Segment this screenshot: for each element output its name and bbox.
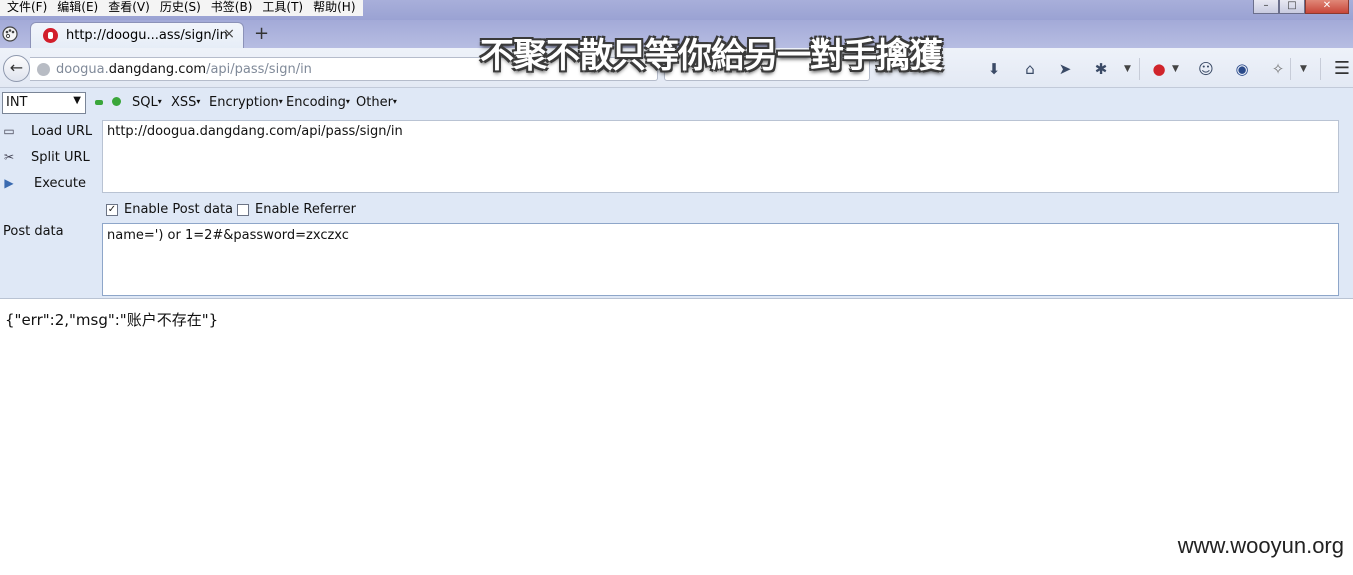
menu-xss[interactable]: XSS▾ xyxy=(171,95,200,110)
record-icon[interactable]: ● xyxy=(1150,60,1168,78)
site-favicon-icon xyxy=(43,28,58,43)
maximize-button[interactable]: □ xyxy=(1279,0,1305,14)
download-icon[interactable]: ⬇ xyxy=(985,60,1003,78)
toolbar-separator xyxy=(1139,58,1140,80)
menu-sql[interactable]: SQL▾ xyxy=(132,95,162,110)
menu-tools[interactable]: 工具(T) xyxy=(257,0,308,16)
hackbar-panel: INT ▼ SQL▾ XSS▾ Encryption▾ Encoding▾ Ot… xyxy=(0,88,1353,299)
split-url-button[interactable]: ✂ Split URL xyxy=(0,147,98,169)
back-button[interactable]: ← xyxy=(3,55,30,82)
play-icon: ▶ xyxy=(4,176,14,190)
overlay-caption: 不聚不散只等你給另一對手擒獲 xyxy=(480,36,943,76)
alien-icon[interactable]: ◉ xyxy=(1233,60,1251,78)
home-icon[interactable]: ⌂ xyxy=(1021,60,1039,78)
close-window-button[interactable]: ✕ xyxy=(1305,0,1349,14)
chevron-down-icon[interactable]: ▼ xyxy=(1300,60,1307,78)
menu-bookmarks[interactable]: 书签(B) xyxy=(206,0,258,16)
menu-bar: 文件(F) 编辑(E) 查看(V) 历史(S) 书签(B) 工具(T) 帮助(H… xyxy=(0,0,363,16)
enable-post-checkbox[interactable]: ✓ Enable Post data xyxy=(106,202,233,217)
globe-icon xyxy=(37,63,50,76)
watermark: www.wooyun.org xyxy=(1177,533,1344,558)
enable-referrer-checkbox[interactable]: Enable Referrer xyxy=(237,202,356,217)
post-data-label: Post data xyxy=(3,224,64,239)
bug-icon[interactable]: ✱ xyxy=(1092,60,1110,78)
menu-help[interactable]: 帮助(H) xyxy=(308,0,360,16)
scissors-icon: ✂ xyxy=(3,150,15,164)
url-text: doogua.dangdang.com/api/pass/sign/in xyxy=(56,62,312,77)
chevron-down-icon: ▼ xyxy=(73,95,81,106)
response-body: {"err":2,"msg":"账户不存在"} xyxy=(5,311,219,329)
title-bar: 文件(F) 编辑(E) 查看(V) 历史(S) 书签(B) 工具(T) 帮助(H… xyxy=(0,0,1353,20)
menu-history[interactable]: 历史(S) xyxy=(155,0,206,16)
url-textarea[interactable]: http://doogua.dangdang.com/api/pass/sign… xyxy=(102,120,1339,193)
menu-encoding[interactable]: Encoding▾ xyxy=(286,95,350,110)
tab-active[interactable]: http://doogu...ass/sign/in × xyxy=(30,22,244,48)
menu-encryption[interactable]: Encryption▾ xyxy=(209,95,283,110)
load-url-button[interactable]: ▭ Load URL xyxy=(0,121,98,143)
checkbox-checked[interactable]: ✓ xyxy=(106,203,118,216)
execute-button[interactable]: ▶ Execute xyxy=(0,173,98,195)
chevron-down-icon[interactable]: ▼ xyxy=(1172,60,1179,78)
new-tab-button[interactable]: + xyxy=(254,22,269,46)
addon-icon[interactable]: ✧ xyxy=(1269,60,1287,78)
post-data-textarea[interactable]: name=') or 1=2#&password=zxczxc xyxy=(102,223,1339,296)
window-controls: – □ ✕ xyxy=(1253,0,1349,14)
load-url-icon: ▭ xyxy=(3,124,15,138)
type-select[interactable]: INT ▼ xyxy=(2,92,86,114)
toolbar-separator xyxy=(1290,58,1291,80)
increase-icon[interactable] xyxy=(112,97,121,106)
menu-view[interactable]: 查看(V) xyxy=(103,0,155,16)
tab-close-icon[interactable]: × xyxy=(223,26,235,42)
toolbar-separator xyxy=(1320,58,1321,80)
chevron-down-icon[interactable]: ▼ xyxy=(1124,60,1131,78)
checkbox-unchecked[interactable] xyxy=(237,203,249,216)
minimize-button[interactable]: – xyxy=(1253,0,1279,14)
menu-other[interactable]: Other▾ xyxy=(356,95,397,110)
menu-file[interactable]: 文件(F) xyxy=(2,0,52,16)
tab-title: http://doogu...ass/sign/in xyxy=(66,28,228,43)
menu-icon[interactable]: ☰ xyxy=(1333,60,1351,78)
menu-edit[interactable]: 编辑(E) xyxy=(52,0,103,16)
decrease-icon[interactable] xyxy=(95,100,103,105)
chat-icon[interactable]: ☺ xyxy=(1197,60,1215,78)
type-select-value: INT xyxy=(6,95,28,110)
palette-icon[interactable] xyxy=(2,26,18,42)
send-icon[interactable]: ➤ xyxy=(1056,60,1074,78)
